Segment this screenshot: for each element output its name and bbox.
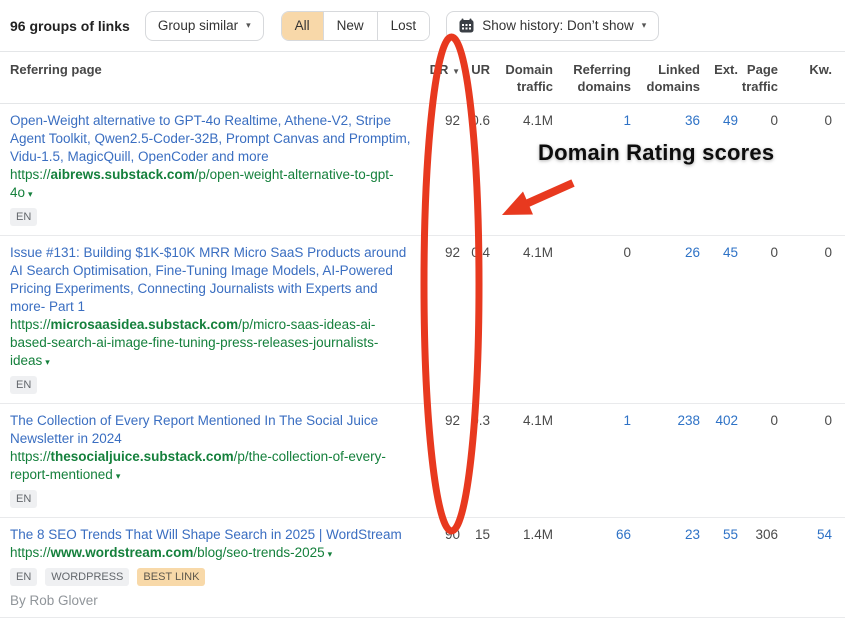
calendar-icon	[459, 18, 474, 33]
cell-domain-traffic: 4.1M	[490, 404, 553, 517]
cell-domain-traffic: 4.1M	[490, 236, 553, 403]
url-options-caret-icon[interactable]: ▾	[328, 549, 333, 559]
table-row: The 8 SEO Trends That Will Shape Search …	[0, 518, 845, 618]
link-status-tabs: All New Lost	[281, 11, 431, 41]
column-header-referring-page: Referring page	[0, 52, 420, 103]
cell-linked-domains[interactable]: 238	[631, 404, 700, 517]
table-body: Open-Weight alternative to GPT-4o Realti…	[0, 104, 845, 618]
chevron-down-icon: ▾	[246, 21, 251, 30]
cell-ur: 0.6	[460, 104, 490, 235]
cell-domain-traffic: 4.1M	[490, 104, 553, 235]
url-scheme: https://	[10, 317, 51, 332]
cell-linked-domains[interactable]: 23	[631, 518, 700, 617]
referring-page-cell: The 8 SEO Trends That Will Shape Search …	[0, 518, 420, 617]
column-header-kw[interactable]: Kw.	[778, 52, 832, 103]
table-row: The Collection of Every Report Mentioned…	[0, 404, 845, 518]
cell-kw[interactable]: 54	[778, 518, 832, 617]
table-row: Issue #131: Building $1K-$10K MRR Micro …	[0, 236, 845, 404]
url-options-caret-icon[interactable]: ▾	[45, 357, 50, 367]
url-options-caret-icon[interactable]: ▾	[116, 471, 121, 481]
cell-ext[interactable]: 402	[700, 404, 738, 517]
show-history-label: Show history: Don’t show	[482, 18, 634, 33]
column-header-ur[interactable]: UR	[460, 52, 490, 103]
author-byline: By Rob Glover	[10, 593, 414, 608]
cell-ur: 0.4	[460, 236, 490, 403]
cell-ext[interactable]: 45	[700, 236, 738, 403]
column-header-linked-domains[interactable]: Linked domains	[631, 52, 700, 103]
referring-page-url[interactable]: https://aibrews.substack.com/p/open-weig…	[10, 166, 414, 203]
language-badge: EN	[10, 490, 37, 508]
referring-page-link[interactable]: Open-Weight alternative to GPT-4o Realti…	[10, 112, 414, 166]
best-link-badge: BEST LINK	[137, 568, 205, 586]
cell-referring-domains[interactable]: 66	[553, 518, 631, 617]
column-header-ext[interactable]: Ext.	[700, 52, 738, 103]
url-path: /blog/seo-trends-2025	[193, 545, 324, 560]
chevron-down-icon: ▾	[642, 21, 647, 30]
cell-domain-traffic: 1.4M	[490, 518, 553, 617]
cell-referring-domains[interactable]: 1	[553, 404, 631, 517]
referring-page-url[interactable]: https://microsaasidea.substack.com/p/mic…	[10, 316, 414, 371]
links-count-label: 96 groups of links	[10, 18, 130, 34]
sort-desc-icon: ▼	[452, 67, 460, 76]
group-similar-button[interactable]: Group similar ▾	[145, 11, 264, 41]
language-badge: EN	[10, 568, 37, 586]
cell-linked-domains[interactable]: 26	[631, 236, 700, 403]
cell-dr: 92	[420, 404, 460, 517]
cell-referring-domains: 0	[553, 236, 631, 403]
url-scheme: https://	[10, 167, 51, 182]
badge-row: EN	[10, 208, 414, 226]
language-badge: EN	[10, 376, 37, 394]
cell-kw: 0	[778, 104, 832, 235]
badge-row: EN	[10, 376, 414, 394]
referring-page-cell: Open-Weight alternative to GPT-4o Realti…	[0, 104, 420, 235]
url-scheme: https://	[10, 545, 51, 560]
url-domain: www.wordstream.com	[51, 545, 194, 560]
cell-dr: 92	[420, 236, 460, 403]
toolbar: 96 groups of links Group similar ▾ All N…	[0, 0, 845, 51]
cell-dr: 92	[420, 104, 460, 235]
table-row: Open-Weight alternative to GPT-4o Realti…	[0, 104, 845, 236]
tab-lost[interactable]: Lost	[378, 12, 430, 40]
column-header-page-traffic[interactable]: Page traffic	[738, 52, 778, 103]
url-domain: thesocialjuice.substack.com	[51, 449, 234, 464]
referring-page-url[interactable]: https://www.wordstream.com/blog/seo-tren…	[10, 544, 414, 563]
cell-ext[interactable]: 55	[700, 518, 738, 617]
column-header-referring-domains[interactable]: Referring domains	[553, 52, 631, 103]
tab-all[interactable]: All	[282, 12, 324, 40]
column-header-domain-traffic[interactable]: Domain traffic	[490, 52, 553, 103]
referring-page-link[interactable]: The Collection of Every Report Mentioned…	[10, 412, 414, 448]
url-options-caret-icon[interactable]: ▾	[28, 189, 33, 199]
badge-row: EN	[10, 490, 414, 508]
cell-dr: 90	[420, 518, 460, 617]
url-domain: microsaasidea.substack.com	[51, 317, 239, 332]
tab-new[interactable]: New	[324, 12, 378, 40]
cell-kw: 0	[778, 404, 832, 517]
cell-ext[interactable]: 49	[700, 104, 738, 235]
url-scheme: https://	[10, 449, 51, 464]
badge-row: EN WORDPRESS BEST LINK	[10, 568, 414, 586]
referring-page-cell: The Collection of Every Report Mentioned…	[0, 404, 420, 517]
cell-linked-domains[interactable]: 36	[631, 104, 700, 235]
cell-page-traffic: 306	[738, 518, 778, 617]
cell-ur: 15	[460, 518, 490, 617]
referring-page-link[interactable]: Issue #131: Building $1K-$10K MRR Micro …	[10, 244, 414, 316]
referring-page-link[interactable]: The 8 SEO Trends That Will Shape Search …	[10, 526, 414, 544]
referring-page-url[interactable]: https://thesocialjuice.substack.com/p/th…	[10, 448, 414, 485]
cell-ur: 0.3	[460, 404, 490, 517]
column-header-dr[interactable]: DR ▼	[420, 52, 460, 103]
language-badge: EN	[10, 208, 37, 226]
cell-page-traffic: 0	[738, 404, 778, 517]
table-header: Referring page DR ▼ UR Domain traffic Re…	[0, 51, 845, 104]
platform-badge: WORDPRESS	[45, 568, 129, 586]
group-similar-label: Group similar	[158, 18, 238, 33]
url-domain: aibrews.substack.com	[51, 167, 195, 182]
referring-page-cell: Issue #131: Building $1K-$10K MRR Micro …	[0, 236, 420, 403]
cell-page-traffic: 0	[738, 104, 778, 235]
cell-referring-domains[interactable]: 1	[553, 104, 631, 235]
show-history-button[interactable]: Show history: Don’t show ▾	[446, 11, 659, 41]
cell-page-traffic: 0	[738, 236, 778, 403]
cell-kw: 0	[778, 236, 832, 403]
